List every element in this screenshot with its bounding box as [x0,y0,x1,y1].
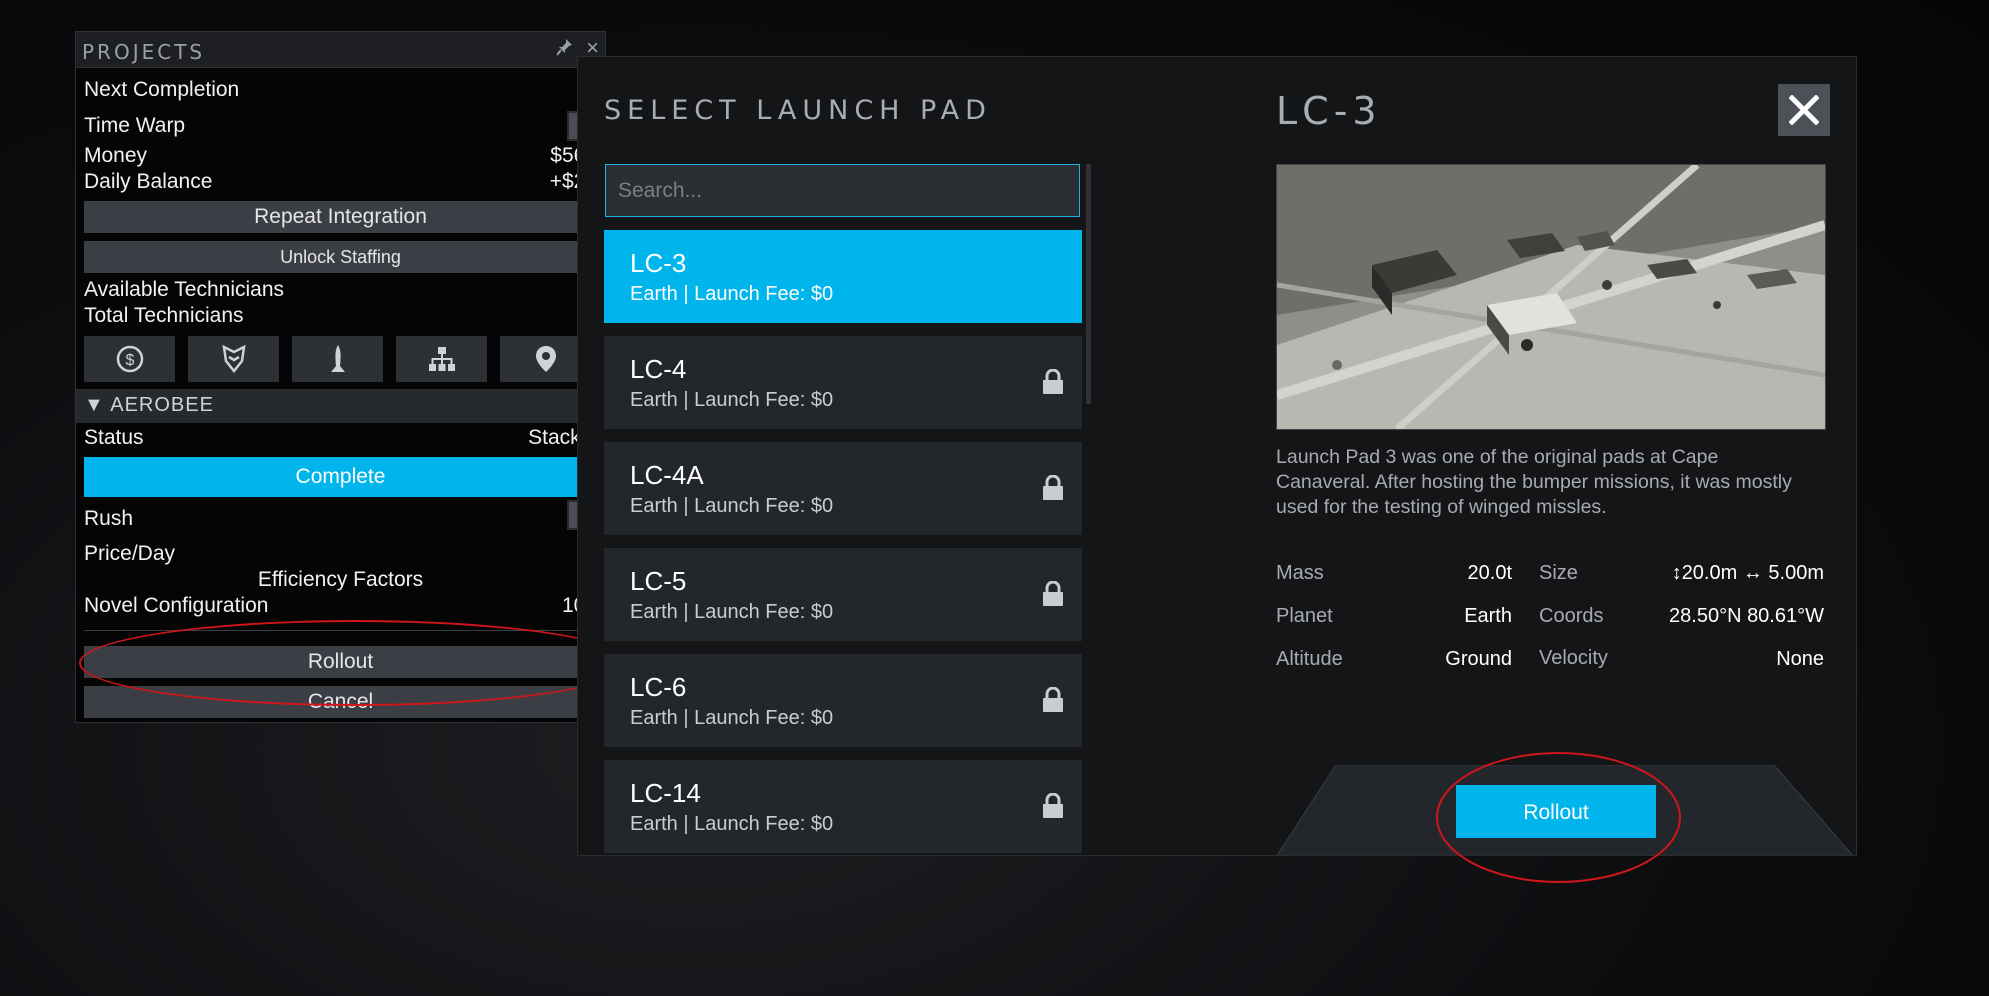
money-row: Money $561 [84,144,597,170]
list-item-lc-4a[interactable]: LC-4A Earth | Launch Fee: $0 [604,442,1082,535]
altitude-value: Ground [1445,648,1512,670]
lock-icon [1042,368,1064,400]
launch-pad-list: LC-3 Earth | Launch Fee: $0 LC-4 Earth |… [604,230,1082,855]
aerobee-section-title: ▼ AEROBEE [84,394,214,416]
unlock-staffing-button[interactable]: Unlock Staffing [84,241,597,273]
projects-title-bar[interactable]: PROJECTS × [76,32,605,68]
dollar-icon[interactable]: $ [84,336,175,382]
time-warp-label: Time Warp [84,114,186,137]
repeat-integration-button[interactable]: Repeat Integration [84,201,597,233]
pad-subtitle: Earth | Launch Fee: $0 [630,813,834,835]
search-input[interactable] [605,164,1080,217]
svg-text:$: $ [125,352,134,369]
planet-value: Earth [1464,605,1512,627]
annotation-ellipse-rollout-right [1436,752,1681,883]
money-label: Money [84,144,148,167]
coords-value: 28.50°N 80.61°W [1669,605,1824,627]
rocket-icon[interactable] [292,336,383,382]
pad-name: LC-4A [630,460,704,490]
close-button[interactable] [1778,84,1830,136]
aerobee-label: AEROBEE [110,394,214,416]
price-row: Price/Day $ [84,542,597,568]
select-launch-pad-dialog: SELECT LAUNCH PAD LC-3 LC-3 Earth | Laun… [577,56,1857,856]
lock-icon [1042,792,1064,824]
rush-label: Rush [84,507,134,530]
time-warp-row: Time Warp [84,111,597,145]
aerobee-section-header[interactable]: ▼ AEROBEE [76,389,605,423]
lock-icon [1042,474,1064,506]
coords-label: Coords [1539,605,1604,627]
planet-label: Planet [1276,605,1333,627]
velocity-value: None [1776,648,1824,670]
size-label: Size [1539,562,1578,584]
mass-label: Mass [1276,562,1324,584]
available-technicians-row: Available Technicians 2 [84,278,597,304]
next-completion-label: Next Completion [84,78,240,101]
pad-name: LC-5 [630,566,687,596]
mass-value: 20.0t [1467,562,1512,584]
efficiency-factors-heading: Efficiency Factors [257,568,424,591]
lock-icon [1042,580,1064,612]
size-height: 20.0m [1681,562,1738,584]
pad-name: LC-6 [630,672,687,702]
launch-pad-photo [1276,164,1826,430]
total-technicians-label: Total Technicians [84,304,244,327]
close-icon [1788,94,1820,126]
velocity-label: Velocity [1539,647,1608,669]
available-technicians-label: Available Technicians [84,278,285,301]
launch-pad-description: Launch Pad 3 was one of the original pad… [1276,446,1792,518]
status-label: Status [84,426,144,449]
status-row: Status Stackin [84,426,597,452]
list-item-lc-6[interactable]: LC-6 Earth | Launch Fee: $0 [604,654,1082,747]
size-value: ↕20.0m ↔ 5.00m [1634,562,1824,585]
complete-button[interactable]: Complete [84,457,597,497]
list-item-lc-5[interactable]: LC-5 Earth | Launch Fee: $0 [604,548,1082,641]
list-item-lc-14[interactable]: LC-14 Earth | Launch Fee: $0 [604,760,1082,853]
next-completion-row: Next Completion N/ [84,78,597,104]
list-scrollbar[interactable] [1086,164,1091,404]
total-technicians-row: Total Technicians 2 [84,304,597,330]
pad-name: LC-14 [630,778,701,808]
list-item-lc-4[interactable]: LC-4 Earth | Launch Fee: $0 [604,336,1082,429]
daily-balance-row: Daily Balance +$25 [84,170,597,196]
hierarchy-icon[interactable] [396,336,487,382]
width-arrow-icon: ↔ [1742,562,1763,584]
list-item-lc-3[interactable]: LC-3 Earth | Launch Fee: $0 [604,230,1082,323]
annotation-ellipse-rollout-left [79,620,632,706]
pad-name: LC-3 [630,248,687,278]
dialog-title: SELECT LAUNCH PAD [604,95,992,126]
pad-subtitle: Earth | Launch Fee: $0 [630,283,834,305]
pad-subtitle: Earth | Launch Fee: $0 [630,495,834,517]
pad-subtitle: Earth | Launch Fee: $0 [630,707,834,729]
selected-pad-name: LC-3 [1276,89,1382,133]
pad-subtitle: Earth | Launch Fee: $0 [630,389,834,411]
height-arrow-icon: ↕ [1671,562,1682,584]
rush-row: Rush [84,500,597,534]
size-width: 5.00m [1768,562,1824,584]
projects-title: PROJECTS [82,40,206,64]
daily-balance-label: Daily Balance [84,170,213,193]
price-label: Price/Day [84,542,176,565]
lock-icon [1042,686,1064,718]
pad-name: LC-4 [630,354,687,384]
pin-icon[interactable] [556,38,573,61]
pad-subtitle: Earth | Launch Fee: $0 [630,601,834,623]
novel-configuration-row: Novel Configuration 100 [84,594,597,620]
altitude-label: Altitude [1276,648,1343,670]
novel-configuration-label: Novel Configuration [84,594,269,617]
shield-icon[interactable] [188,336,279,382]
category-icon-row: $ [84,336,597,382]
